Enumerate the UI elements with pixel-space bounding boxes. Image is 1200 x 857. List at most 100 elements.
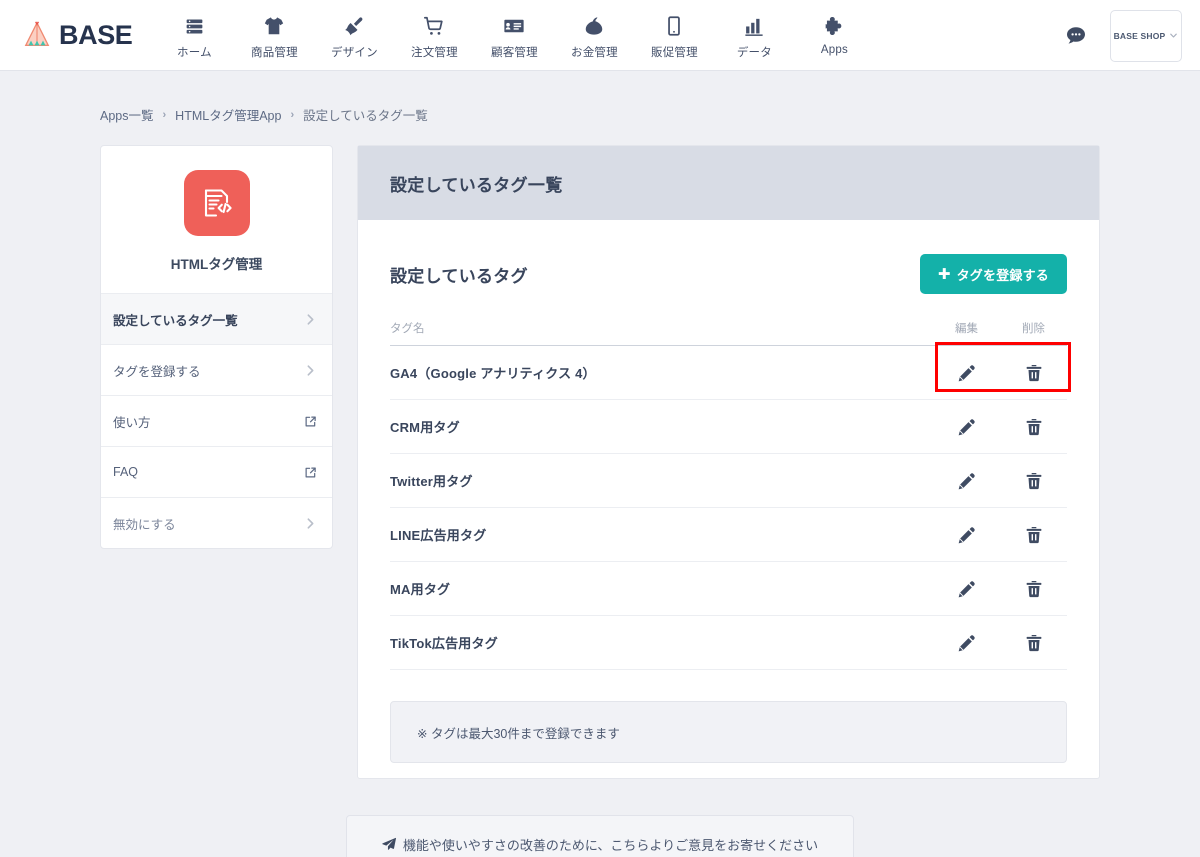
page-header: 設定しているタグ一覧 xyxy=(358,146,1099,220)
section-title: 設定しているタグ xyxy=(390,266,528,286)
column-header-name: タグ名 xyxy=(390,323,425,335)
nav-label: 注文管理 xyxy=(411,47,458,59)
nav-label: データ xyxy=(736,47,772,59)
html-code-document-icon xyxy=(183,170,250,236)
breadcrumb-item-current: 設定しているタグ一覧 xyxy=(303,109,428,123)
edit-tag-button[interactable] xyxy=(933,417,1000,437)
sidebar-item-label: FAQ xyxy=(113,465,139,479)
table-row: TikTok広告用タグ xyxy=(390,616,1067,670)
chevron-right-icon xyxy=(304,364,317,377)
pencil-icon xyxy=(958,472,975,489)
chat-bubble-icon[interactable] xyxy=(1064,24,1088,48)
nav-item-money[interactable]: お金管理 xyxy=(554,10,634,60)
tshirt-icon xyxy=(263,14,285,38)
sidebar-item-label: 使い方 xyxy=(113,415,151,430)
sidebar-item-register-tag[interactable]: タグを登録する xyxy=(101,344,332,395)
tag-table: タグ名 編集 削除 GA4（Google アナリティクス 4） CRM用タグ T… xyxy=(390,320,1067,670)
pencil-icon xyxy=(958,364,975,381)
chevron-right-icon: › xyxy=(162,108,167,121)
table-row: MA用タグ xyxy=(390,562,1067,616)
nav-item-apps[interactable]: Apps xyxy=(794,10,874,56)
nav-label: デザイン xyxy=(331,47,378,59)
column-header-edit: 編集 xyxy=(955,323,978,335)
nav-label: 顧客管理 xyxy=(491,47,538,59)
plus-icon: ✚ xyxy=(937,265,951,283)
nav-item-data[interactable]: データ xyxy=(714,10,794,60)
global-navbar: BASE ホーム 商品管理 デザイン 注文管理 顧客管理 お金管理 販促管理 デ… xyxy=(0,0,1200,71)
table-row: GA4（Google アナリティクス 4） xyxy=(390,346,1067,400)
shop-name-label: BASE SHOP xyxy=(1113,30,1166,41)
tag-name: CRM用タグ xyxy=(390,420,460,435)
edit-tag-button[interactable] xyxy=(933,579,1000,599)
tag-name: LINE広告用タグ xyxy=(390,528,487,543)
app-header: HTMLタグ管理 xyxy=(101,146,332,293)
shop-selector[interactable]: BASE SHOP xyxy=(1110,9,1182,62)
main-card: 設定しているタグ一覧 設定しているタグ ✚ タグを登録する タグ名 編集 削除 … xyxy=(357,145,1100,779)
breadcrumb: Apps一覧 › HTMLタグ管理App › 設定しているタグ一覧 xyxy=(0,71,1200,124)
delete-tag-button[interactable] xyxy=(1000,417,1067,437)
trash-icon xyxy=(1026,580,1041,597)
base-logo[interactable]: BASE xyxy=(22,19,133,51)
edit-tag-button[interactable] xyxy=(933,633,1000,653)
paper-plane-icon xyxy=(382,837,396,851)
nav-item-orders[interactable]: 注文管理 xyxy=(394,10,474,60)
nav-item-promotion[interactable]: 販促管理 xyxy=(634,10,714,60)
delete-tag-button[interactable] xyxy=(1000,363,1067,383)
breadcrumb-item-apps[interactable]: Apps一覧 xyxy=(100,105,154,124)
nav-item-home[interactable]: ホーム xyxy=(154,10,234,60)
sidebar-item-faq[interactable]: FAQ xyxy=(101,446,332,497)
edit-tag-button[interactable] xyxy=(933,471,1000,491)
trash-icon xyxy=(1026,526,1041,543)
delete-tag-button[interactable] xyxy=(1000,633,1067,653)
breadcrumb-item-app[interactable]: HTMLタグ管理App xyxy=(175,105,281,124)
app-sidebar: HTMLタグ管理 設定しているタグ一覧 タグを登録する 使い方 FAQ 無効にす… xyxy=(100,145,333,549)
tag-limit-note-text: ※ タグは最大30件まで登録できます xyxy=(417,726,620,741)
edit-tag-button[interactable] xyxy=(933,525,1000,545)
pencil-icon xyxy=(958,418,975,435)
pencil-icon xyxy=(958,526,975,543)
tag-name: GA4（Google アナリティクス 4） xyxy=(390,366,596,381)
section-bar: 設定しているタグ ✚ タグを登録する xyxy=(358,220,1099,294)
register-tag-button[interactable]: ✚ タグを登録する xyxy=(919,254,1067,294)
sidebar-item-label: 設定しているタグ一覧 xyxy=(113,313,238,328)
nav-label: ホーム xyxy=(177,47,212,59)
nav-item-design[interactable]: デザイン xyxy=(314,10,394,60)
nav-item-customers[interactable]: 顧客管理 xyxy=(474,10,554,60)
page-body: HTMLタグ管理 設定しているタグ一覧 タグを登録する 使い方 FAQ 無効にす… xyxy=(0,124,1200,779)
table-row: Twitter用タグ xyxy=(390,454,1067,508)
sidebar-item-disable[interactable]: 無効にする xyxy=(101,497,332,548)
feedback-section: 機能や使いやすさの改善のために、こちらよりご意見をお寄せください xyxy=(0,779,1200,857)
sidebar-item-label: タグを登録する xyxy=(113,364,201,379)
table-row: LINE広告用タグ xyxy=(390,508,1067,562)
table-header-row: タグ名 編集 削除 xyxy=(390,320,1067,346)
delete-tag-button[interactable] xyxy=(1000,525,1067,545)
chevron-right-icon xyxy=(304,313,317,326)
trash-icon xyxy=(1026,472,1041,489)
chevron-right-icon: › xyxy=(290,108,295,121)
external-link-icon xyxy=(304,466,317,479)
nav-label: お金管理 xyxy=(571,47,618,59)
tent-logo-icon xyxy=(24,21,50,46)
puzzle-piece-icon xyxy=(823,14,845,38)
sidebar-item-how-to-use[interactable]: 使い方 xyxy=(101,395,332,446)
chevron-right-icon xyxy=(304,517,317,530)
tag-name: TikTok広告用タグ xyxy=(390,636,498,651)
tag-name: Twitter用タグ xyxy=(390,474,473,489)
register-tag-button-label: タグを登録する xyxy=(956,267,1049,283)
paintbrush-icon xyxy=(343,14,365,38)
page-title: 設定しているタグ一覧 xyxy=(390,175,563,195)
trash-icon xyxy=(1026,364,1041,381)
trash-icon xyxy=(1026,418,1041,435)
edit-tag-button[interactable] xyxy=(933,363,1000,383)
sidebar-item-tag-list[interactable]: 設定しているタグ一覧 xyxy=(101,293,332,344)
shopping-cart-icon xyxy=(423,14,445,38)
feedback-banner[interactable]: 機能や使いやすさの改善のために、こちらよりご意見をお寄せください xyxy=(346,815,854,857)
delete-tag-button[interactable] xyxy=(1000,471,1067,491)
primary-nav: ホーム 商品管理 デザイン 注文管理 顧客管理 お金管理 販促管理 データ Ap… xyxy=(154,10,874,60)
nav-item-products[interactable]: 商品管理 xyxy=(234,10,314,60)
brand-text: BASE xyxy=(59,19,133,50)
nav-label: Apps xyxy=(820,44,848,56)
delete-tag-button[interactable] xyxy=(1000,579,1067,599)
tag-limit-note: ※ タグは最大30件まで登録できます xyxy=(390,701,1067,763)
nav-label: 商品管理 xyxy=(251,47,298,59)
